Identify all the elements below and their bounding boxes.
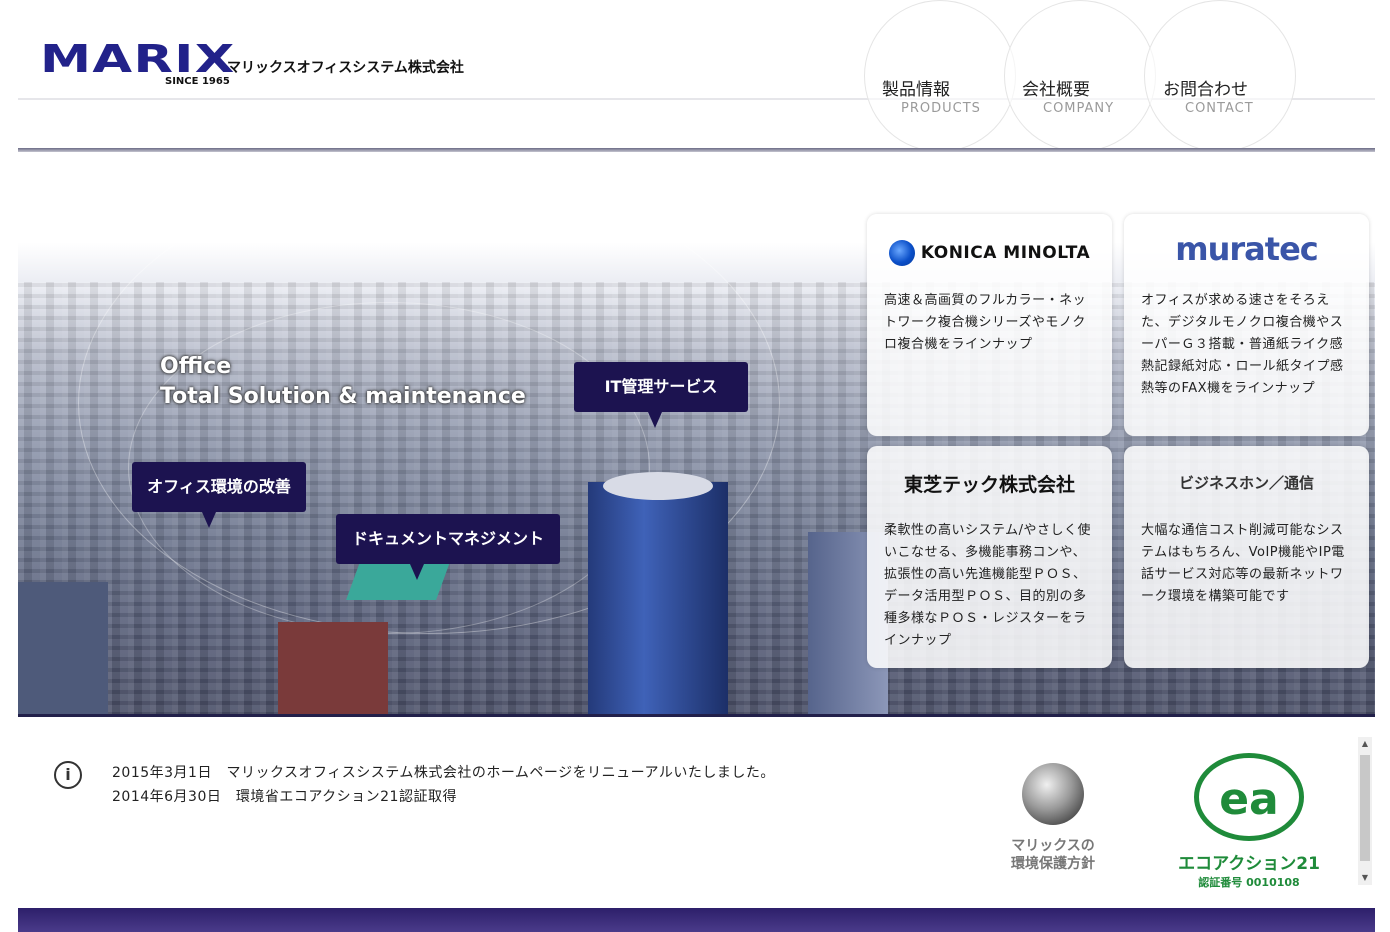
footer-bar xyxy=(18,908,1375,932)
scroll-down-arrow-icon[interactable]: ▼ xyxy=(1358,871,1372,885)
env-policy-line1: マリックスの xyxy=(1011,838,1095,854)
nav-company-sublabel: COMPANY xyxy=(1043,101,1115,116)
nav-contact-sublabel: CONTACT xyxy=(1185,101,1254,116)
bubble-office-environment[interactable]: オフィス環境の改善 xyxy=(132,462,306,528)
news-scrollbar[interactable]: ▲ ▼ xyxy=(1358,737,1372,885)
building-tower-top xyxy=(603,472,713,500)
eco-action-badge[interactable]: ea エコアクション21 認証番号 0010108 xyxy=(1178,753,1320,890)
logo-since: SINCE 1965 xyxy=(165,76,230,87)
toshiba-brand: 東芝テック株式会社 xyxy=(903,474,1075,496)
building xyxy=(18,582,108,716)
card-business-phone[interactable]: ビジネスホン／通信 大幅な通信コスト削減可能なシステムはもちろん、VoIP機能や… xyxy=(1124,446,1369,668)
eco-action-cert-number: 認証番号 0010108 xyxy=(1198,876,1300,889)
muratec-brand: muratec xyxy=(1175,230,1318,268)
globe-icon xyxy=(1022,763,1084,825)
news-section: i 2015年3月1日 マリックスオフィスシステム株式会社のホームページをリニュ… xyxy=(18,717,1375,907)
nav-contact[interactable]: お問合わせ CONTACT xyxy=(1144,0,1296,152)
bubble-tail xyxy=(410,564,424,580)
news-item: 2015年3月1日 マリックスオフィスシステム株式会社のホームページをリニューア… xyxy=(112,765,775,781)
nav-products-sublabel: PRODUCTS xyxy=(901,101,981,116)
scroll-up-arrow-icon[interactable]: ▲ xyxy=(1358,737,1372,751)
env-policy-line2: 環境保護方針 xyxy=(1011,856,1095,872)
bubble-tail xyxy=(648,412,662,428)
konica-minolta-logo: KONICA MINOLTA xyxy=(867,240,1112,266)
hero-tagline-line2: Total Solution & maintenance xyxy=(160,384,526,409)
business-phone-logo: ビジネスホン／通信 xyxy=(1124,472,1369,493)
toshiba-tec-logo: 東芝テック株式会社 xyxy=(867,470,1112,497)
nav-products-label: 製品情報 xyxy=(882,80,950,100)
nav-company[interactable]: 会社概要 COMPANY xyxy=(1004,0,1156,152)
bubble-it-service[interactable]: IT管理サービス xyxy=(574,362,748,428)
building-tower xyxy=(588,482,728,716)
hero-tagline: Office Total Solution & maintenance xyxy=(160,352,526,412)
card-muratec-description: オフィスが求める速さをそろえた、デジタルモノクロ複合機やスーパーＧ３搭載・普通紙… xyxy=(1141,293,1344,396)
site-header: MARIX SINCE 1965 マリックスオフィスシステム株式会社 製品情報 … xyxy=(18,0,1375,152)
bubble-document-management[interactable]: ドキュメントマネジメント xyxy=(336,514,560,580)
env-policy-badge[interactable]: マリックスの 環境保護方針 xyxy=(1006,763,1100,873)
card-toshiba-description: 柔軟性の高いシステム/やさしく使いこなせる、多機能事務コンや、拡張性の高い先進機… xyxy=(884,523,1091,648)
site-logo[interactable]: MARIX SINCE 1965 マリックスオフィスシステム株式会社 xyxy=(40,40,464,87)
card-konica-description: 高速＆高画質のフルカラー・ネットワーク複合機シリーズやモノクロ複合機をラインナッ… xyxy=(884,293,1087,352)
news-item: 2014年6月30日 環境省エコアクション21認証取得 xyxy=(112,789,457,805)
card-toshiba-tec[interactable]: 東芝テック株式会社 柔軟性の高いシステム/やさしく使いこなせる、多機能事務コンや… xyxy=(867,446,1112,668)
nav-products[interactable]: 製品情報 PRODUCTS xyxy=(864,0,1016,152)
konica-globe-icon xyxy=(888,240,915,266)
bubble-document-management-label: ドキュメントマネジメント xyxy=(351,529,544,548)
building-green-roof xyxy=(346,562,450,600)
hero-tagline-line1: Office xyxy=(160,354,232,379)
card-konica-minolta[interactable]: KONICA MINOLTA 高速＆高画質のフルカラー・ネットワーク複合機シリー… xyxy=(867,214,1112,436)
info-icon: i xyxy=(54,761,82,789)
company-name: マリックスオフィスシステム株式会社 xyxy=(227,60,464,76)
card-muratec[interactable]: muratec オフィスが求める速さをそろえた、デジタルモノクロ複合機やスーパー… xyxy=(1124,214,1369,436)
bubble-office-environment-label: オフィス環境の改善 xyxy=(147,477,291,496)
business-phone-brand: ビジネスホン／通信 xyxy=(1178,474,1314,492)
eco-action-title: エコアクション21 xyxy=(1178,854,1320,874)
env-policy-label: マリックスの 環境保護方針 xyxy=(1006,837,1100,873)
bubble-it-service-label: IT管理サービス xyxy=(604,377,718,396)
card-business-phone-description: 大幅な通信コスト削減可能なシステムはもちろん、VoIP機能やIP電話サービス対応… xyxy=(1141,523,1345,604)
konica-brand: KONICA MINOLTA xyxy=(920,243,1091,263)
bubble-tail xyxy=(202,512,216,528)
eco-action-logo-icon: ea xyxy=(1194,753,1304,841)
scroll-thumb[interactable] xyxy=(1360,755,1370,861)
nav-company-label: 会社概要 xyxy=(1022,80,1090,100)
nav-contact-label: お問合わせ xyxy=(1163,80,1248,100)
muratec-logo: muratec xyxy=(1124,230,1369,268)
building-brick xyxy=(278,622,388,716)
page: MARIX SINCE 1965 マリックスオフィスシステム株式会社 製品情報 … xyxy=(18,0,1375,932)
logo-mark: MARIX xyxy=(40,37,236,81)
hero-banner: Office Total Solution & maintenance IT管理… xyxy=(18,152,1375,716)
news-list: 2015年3月1日 マリックスオフィスシステム株式会社のホームページをリニューア… xyxy=(112,761,775,809)
